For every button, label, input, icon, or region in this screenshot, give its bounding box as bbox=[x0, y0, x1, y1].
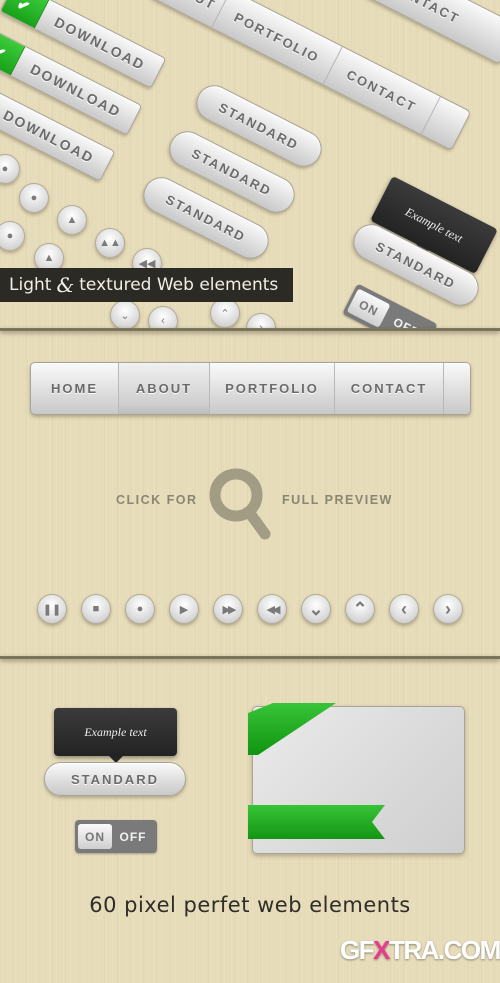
preview-label-left: CLICK FOR bbox=[116, 493, 198, 507]
fast-forward-icon: ▲▲ bbox=[99, 237, 121, 249]
media-button[interactable]: ● bbox=[0, 154, 20, 184]
nav-segment[interactable]: CONTACT bbox=[323, 47, 441, 135]
play-icon: ▲ bbox=[66, 214, 78, 226]
media-button[interactable]: ⌄ bbox=[110, 300, 140, 328]
chevron-up-icon: ⌃ bbox=[220, 307, 230, 320]
nav-bar: HOME ABOUT PORTFOLIO CONTACT bbox=[30, 362, 471, 415]
fast-forward-icon: ▶▶ bbox=[222, 603, 237, 616]
media-button[interactable]: ◀◀ bbox=[257, 594, 287, 624]
record-icon: ● bbox=[1, 163, 9, 175]
chevron-left-icon: ‹ bbox=[161, 315, 165, 327]
media-button[interactable]: › bbox=[433, 594, 463, 624]
pause-icon: ❚❚ bbox=[42, 603, 62, 616]
media-button[interactable]: ‹ bbox=[148, 306, 178, 328]
media-button[interactable]: ▶▶ bbox=[213, 594, 243, 624]
toggle-switch[interactable]: ON OFF bbox=[75, 820, 157, 853]
media-button[interactable]: ⌄ bbox=[301, 594, 331, 624]
chevron-right-icon: › bbox=[445, 598, 451, 619]
media-button[interactable]: ❚❚ bbox=[37, 594, 67, 624]
nav-item-contact[interactable]: CONTACT bbox=[335, 363, 444, 414]
toggle-off: OFF bbox=[119, 829, 147, 844]
media-button[interactable]: ● bbox=[0, 221, 25, 251]
play-icon: ▲ bbox=[43, 252, 55, 264]
standard-button[interactable]: STANDARD bbox=[44, 762, 186, 796]
chevron-down-icon: ⌄ bbox=[308, 598, 324, 619]
nav-segment[interactable]: PORTFOLIO bbox=[212, 0, 343, 85]
caption-banner: Light & textured Web elements bbox=[0, 268, 293, 302]
toggle-switch[interactable]: ON OFF bbox=[342, 283, 438, 328]
chevron-up-icon: ⌃ bbox=[352, 598, 368, 619]
preview-label-right: FULL PREVIEW bbox=[282, 493, 393, 507]
media-button[interactable]: ▶ bbox=[169, 594, 199, 624]
media-button[interactable]: ▲▲ bbox=[95, 228, 125, 258]
rewind-icon: ◀◀ bbox=[266, 603, 281, 616]
media-button[interactable]: ‹ bbox=[389, 594, 419, 624]
media-controls: ❚❚ ■ ● ▶ ▶▶ ◀◀ ⌄ ⌃ ‹ › bbox=[37, 594, 467, 626]
navigation-section: HOME ABOUT PORTFOLIO CONTACT CLICK FOR F… bbox=[0, 331, 500, 656]
tagline: 60 pixel perfet web elements bbox=[89, 893, 411, 917]
media-button[interactable]: › bbox=[246, 313, 276, 328]
stop-icon: ■ bbox=[92, 603, 100, 615]
elements-section: Example text STANDARD ON OFF 60 pixel pe… bbox=[0, 659, 500, 983]
chevron-down-icon: ⌄ bbox=[120, 309, 130, 322]
nav-item-home[interactable]: HOME bbox=[31, 363, 119, 414]
toggle-on: ON bbox=[78, 824, 112, 849]
media-button[interactable]: ● bbox=[19, 183, 49, 213]
chevron-left-icon: ‹ bbox=[401, 598, 407, 619]
full-preview-link[interactable]: CLICK FOR FULL PREVIEW bbox=[0, 459, 500, 541]
showcase-section: ✔ DOWNLOAD ✔ DOWNLOAD ✔ DOWNLOAD ABOUT P… bbox=[0, 0, 500, 328]
watermark-logo: GFXTRA.COM bbox=[340, 935, 500, 965]
nav-item-about[interactable]: ABOUT bbox=[119, 363, 210, 414]
media-button[interactable]: ▲ bbox=[57, 205, 87, 235]
play-icon: ▶ bbox=[179, 603, 189, 616]
nav-item-portfolio[interactable]: PORTFOLIO bbox=[210, 363, 335, 414]
banner-ribbon bbox=[248, 805, 385, 839]
corner-ribbon bbox=[248, 703, 336, 755]
record-icon: ● bbox=[136, 603, 144, 615]
media-button[interactable]: ■ bbox=[81, 594, 111, 624]
media-button[interactable]: ● bbox=[125, 594, 155, 624]
record-icon: ● bbox=[30, 192, 38, 204]
magnifier-icon bbox=[209, 468, 271, 540]
media-button[interactable]: ⌃ bbox=[210, 298, 240, 328]
tooltip: Example text bbox=[54, 708, 177, 763]
record-icon: ● bbox=[6, 230, 14, 242]
media-button[interactable]: ⌃ bbox=[345, 594, 375, 624]
nav-item-end bbox=[444, 363, 470, 414]
